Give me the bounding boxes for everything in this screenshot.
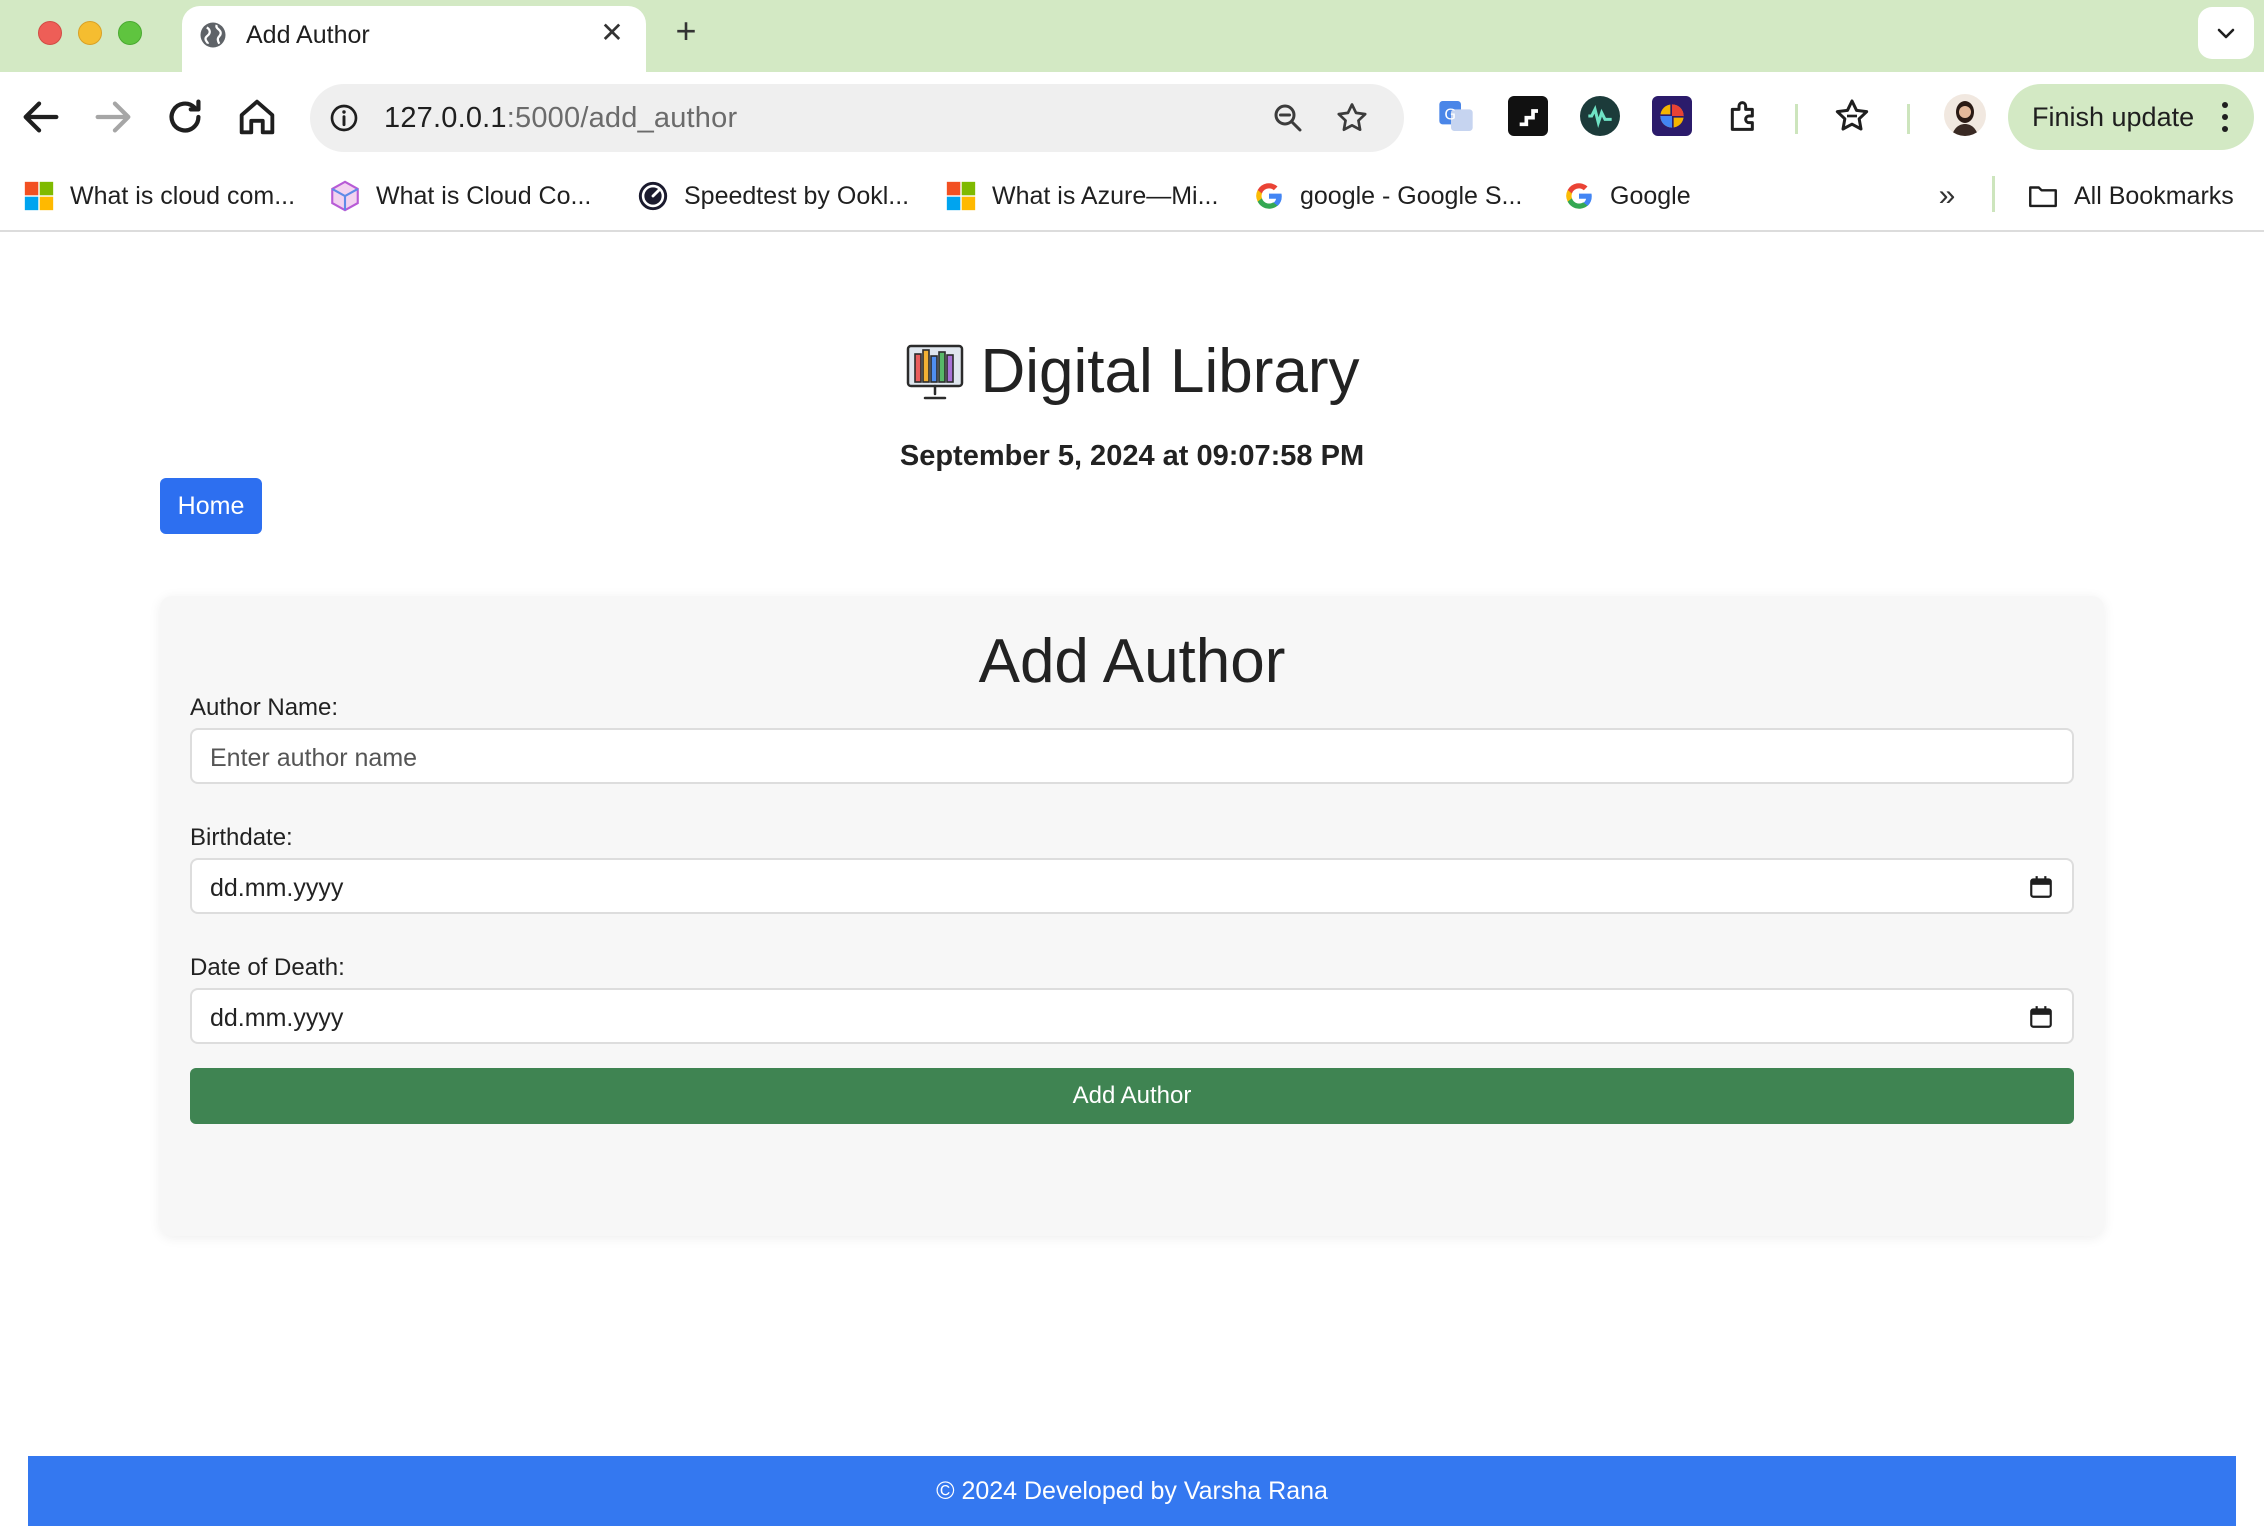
death-date-value: dd.mm.yyyy [210,1004,344,1032]
bookmark-item[interactable]: google - Google S... [1252,176,1522,216]
color-extension-icon[interactable] [1652,96,1692,136]
bookmark-label: What is cloud com... [70,181,296,210]
bookmark-label: Speedtest by Ookl... [684,181,910,210]
microsoft-icon [946,181,976,211]
add-author-submit-button[interactable]: Add Author [190,1068,2074,1124]
death-date-label: Date of Death: [190,954,345,981]
bookmark-item[interactable]: What is cloud com... [22,176,295,216]
active-tab[interactable]: Add Author ✕ [182,6,646,72]
google-icon [1566,183,1592,209]
browser-toolbar: 127.0.0.1:5000/add_author G Finish updat… [0,72,2264,162]
birthdate-value: dd.mm.yyyy [210,874,344,902]
microsoft-icon [24,181,54,211]
author-name-placeholder: Enter author name [210,744,418,772]
author-name-label: Author Name: [190,694,339,721]
bookmarks-divider [1992,176,1995,212]
bookmark-item[interactable]: Google [1562,176,1691,216]
chevron-down-icon [2217,28,2235,39]
bookmark-label: What is Cloud Co... [376,181,592,210]
finish-update-label: Finish update [2032,102,2195,132]
site-header: Digital Library [0,334,2264,408]
library-icon [907,344,964,400]
reload-icon[interactable] [162,94,208,140]
site-title: Digital Library [980,336,1360,406]
stairs-extension-icon[interactable] [1508,96,1548,136]
reading-list-star-icon[interactable] [1832,96,1872,136]
calendar-icon[interactable] [2028,1004,2054,1030]
bookmark-label: What is Azure—Mi... [992,181,1219,210]
more-vert-icon [2222,102,2228,132]
url-host: 127.0.0.1 [384,102,507,134]
tab-title: Add Author [246,21,370,49]
zoom-icon[interactable] [1270,100,1306,136]
birthdate-label: Birthdate: [190,824,293,851]
add-author-form: Add Author Author Name: Enter author nam… [160,596,2104,1236]
audio-extension-icon[interactable] [1580,96,1620,136]
finish-update-button[interactable]: Finish update [2008,84,2254,150]
bookmark-label: Google [1610,181,1691,210]
globe-icon [200,22,226,48]
tab-bar: Add Author ✕ + [0,0,2264,72]
footer: © 2024 Developed by Varsha Rana [28,1456,2236,1526]
cube-icon [331,180,359,212]
form-title: Add Author [978,627,1286,696]
forward-arrow-icon[interactable] [90,94,136,140]
svg-text:G: G [1444,105,1456,123]
toolbar-divider [1795,104,1798,134]
back-arrow-icon[interactable] [18,94,64,140]
close-tab-icon[interactable]: ✕ [596,17,628,49]
bookmark-star-icon[interactable] [1334,100,1370,136]
extensions-puzzle-icon[interactable] [1724,96,1764,136]
home-button[interactable]: Home [160,478,262,534]
address-bar[interactable]: 127.0.0.1:5000/add_author [310,84,1404,152]
bookmark-label: google - Google S... [1300,181,1523,210]
bookmarks-bar: What is cloud com... What is Cloud Co...… [0,162,2264,232]
toolbar-divider [1907,104,1910,134]
new-tab-icon[interactable]: + [668,13,704,50]
bookmark-item[interactable]: What is Cloud Co... [328,176,591,216]
maximize-window-button[interactable] [118,21,142,45]
calendar-icon[interactable] [2028,874,2054,900]
home-icon[interactable] [234,94,280,140]
site-info-icon[interactable] [328,102,360,134]
page-content: Digital Library September 5, 2024 at 09:… [0,234,2264,1526]
minimize-window-button[interactable] [78,21,102,45]
close-window-button[interactable] [38,21,62,45]
url-text: 127.0.0.1:5000/add_author [384,102,737,135]
bookmark-item[interactable]: Speedtest by Ookl... [636,176,909,216]
profile-avatar[interactable] [1944,94,1986,136]
speedtest-icon [638,181,668,211]
url-path: :5000/add_author [506,102,738,134]
birthdate-input[interactable]: dd.mm.yyyy [190,858,2074,914]
more-bookmarks-icon[interactable]: » [1930,176,1964,216]
google-icon [1256,183,1282,209]
current-datetime: September 5, 2024 at 09:07:58 PM [899,440,1365,472]
author-name-input[interactable]: Enter author name [190,728,2074,784]
bookmark-item[interactable]: What is Azure—Mi... [944,176,1218,216]
all-bookmarks-label: All Bookmarks [2074,181,2234,210]
all-bookmarks-button[interactable]: All Bookmarks [2026,176,2234,216]
death-date-input[interactable]: dd.mm.yyyy [190,988,2074,1044]
folder-icon [2029,186,2057,208]
tab-search-button[interactable] [2198,7,2254,59]
google-translate-icon[interactable]: G [1436,96,1476,136]
